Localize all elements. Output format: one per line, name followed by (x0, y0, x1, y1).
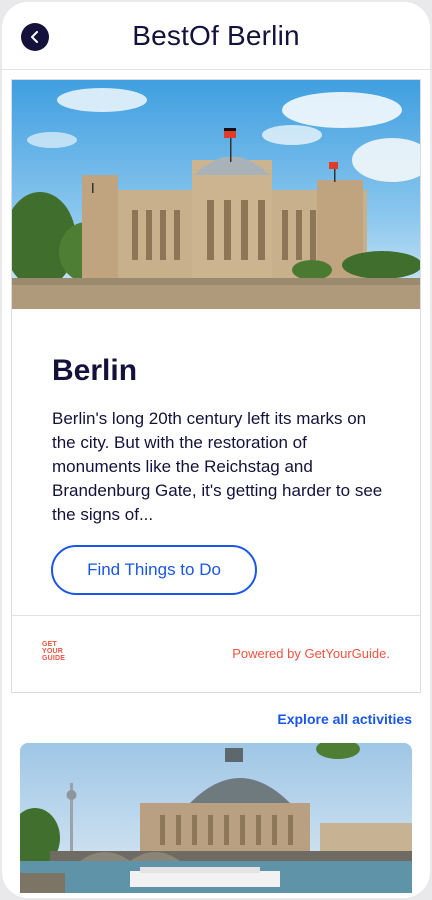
top-bar: BestOf Berlin (2, 2, 430, 70)
find-things-to-do-button[interactable]: Find Things to Do (51, 545, 257, 595)
powered-by-row: GET YOUR GUIDE Powered by GetYourGuide. (12, 615, 420, 693)
page-title: BestOf Berlin (132, 20, 300, 51)
getyourguide-logo: GET YOUR GUIDE (42, 641, 66, 662)
reichstag-photo (12, 80, 420, 309)
card-title: Berlin (52, 354, 138, 387)
card-description: Berlin's long 20th century left its mark… (52, 409, 383, 524)
phone-screen: BestOf Berlin Berlin Berlin's long 20th … (2, 2, 430, 898)
powered-by-text[interactable]: Powered by GetYourGuide. (232, 646, 390, 661)
explore-all-activities-link[interactable]: Explore all activities (277, 711, 412, 727)
destination-card: Berlin Berlin's long 20th century left i… (11, 79, 421, 693)
museum-island-photo[interactable] (20, 743, 412, 893)
